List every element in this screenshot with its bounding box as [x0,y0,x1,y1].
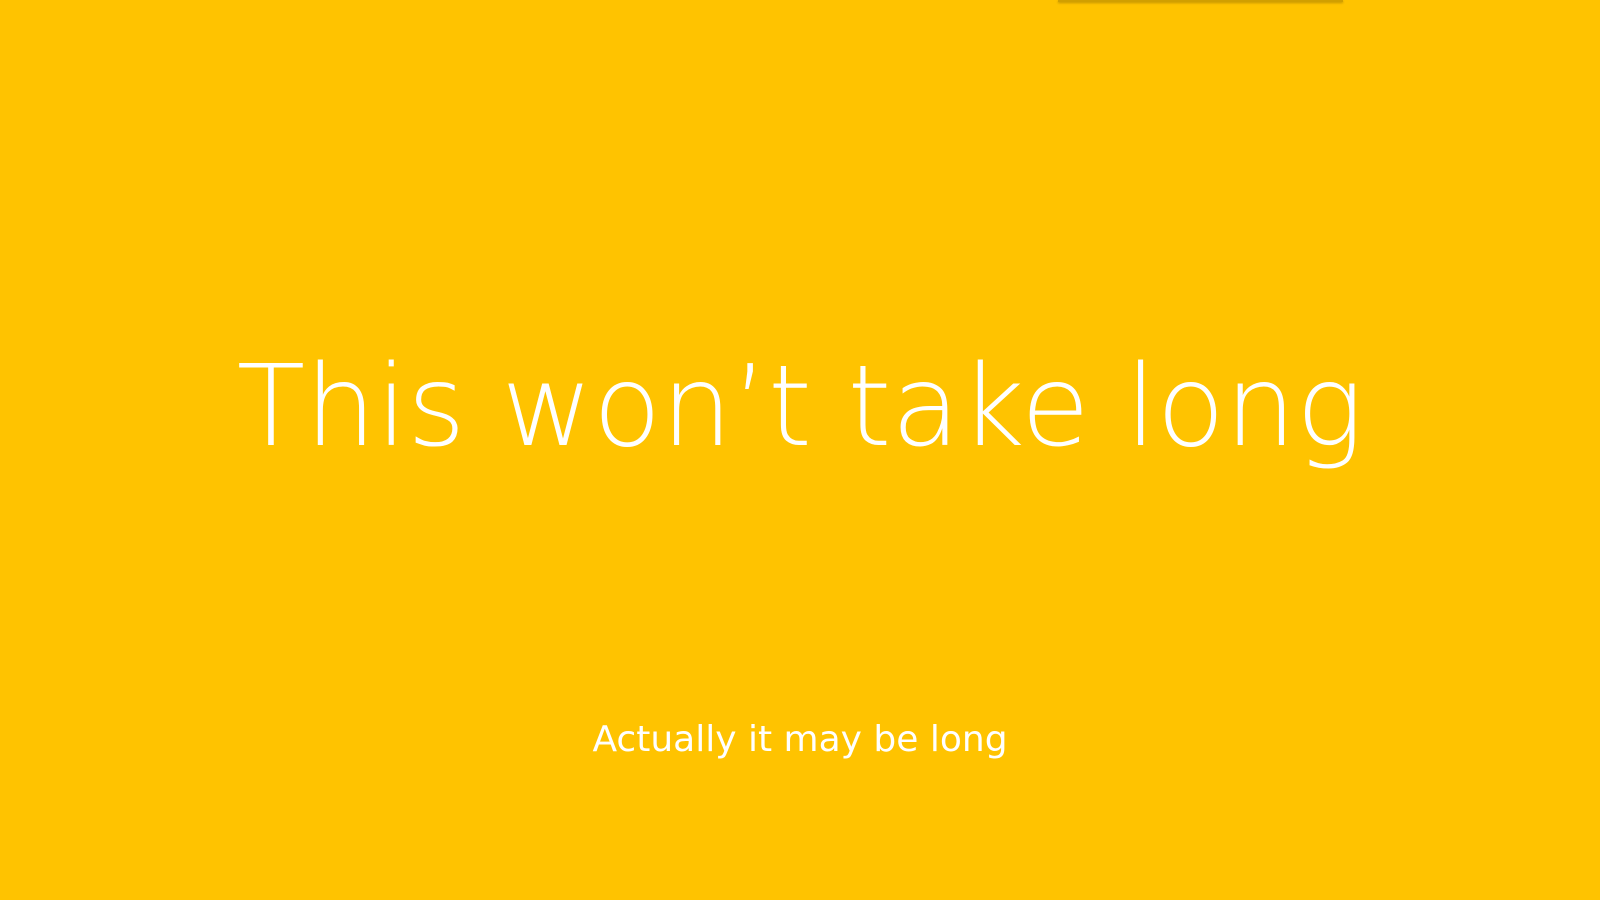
top-notification-bar-edge [1058,0,1343,2]
setup-headline: This won’t take long [236,342,1364,472]
setup-subtext: Actually it may be long [592,719,1008,760]
